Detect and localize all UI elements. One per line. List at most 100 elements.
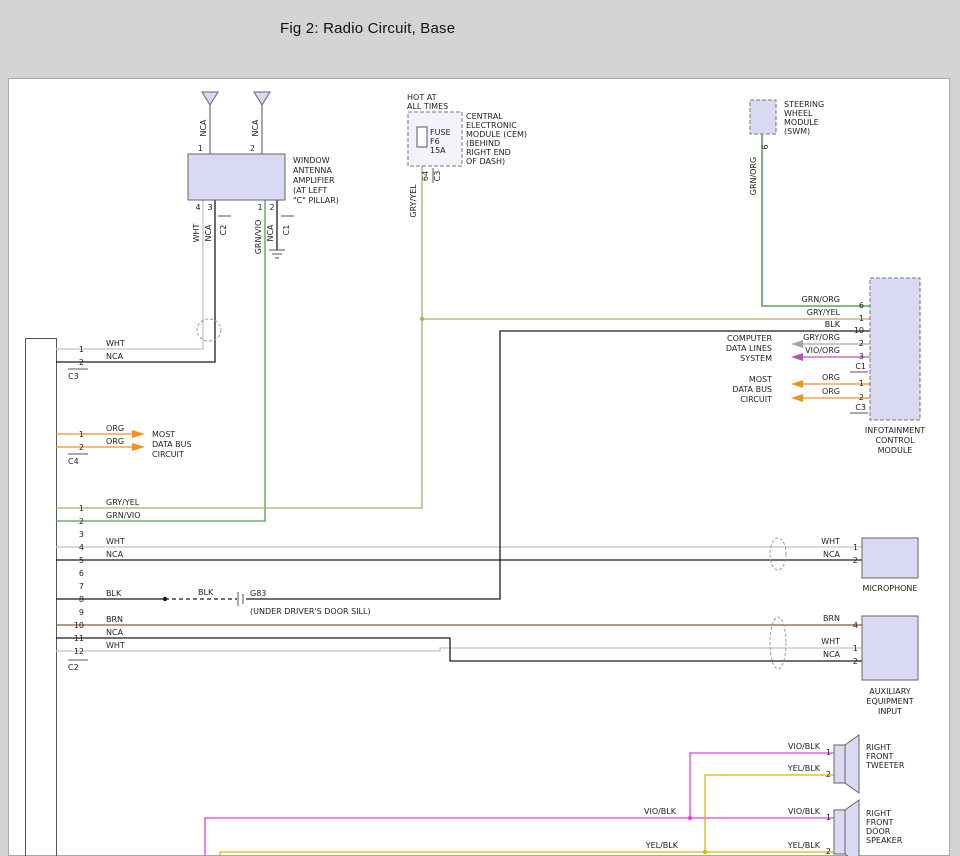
wire-label: NCA: [823, 550, 841, 559]
wire-label: ORG: [822, 387, 840, 396]
connector-label: C1: [855, 362, 866, 371]
wire-label: WHT: [821, 537, 840, 546]
ground-location: (UNDER DRIVER'S DOOR SILL): [250, 607, 371, 616]
module-label: INPUT: [878, 707, 902, 716]
swm-box: [750, 100, 776, 134]
pin-number: 3: [207, 203, 212, 212]
module-label: FRONT: [866, 818, 893, 827]
fuse-label: FUSE: [430, 128, 451, 137]
module-label: MICROPHONE: [863, 584, 918, 593]
module-label: TWEETER: [865, 761, 905, 770]
module-label: MODULE (CEM): [466, 130, 527, 139]
circuit-label: DATA LINES: [726, 344, 772, 353]
vio-blk-junction-dot: [688, 816, 692, 820]
module-label: INFOTAINMENT: [865, 426, 925, 435]
module-label: RIGHT: [866, 809, 891, 818]
pin-number: 2: [859, 393, 864, 402]
connector-label: C2: [219, 225, 228, 236]
wire-label: ORG: [822, 373, 840, 382]
pin-number: 1: [853, 644, 858, 653]
pin-number: 1: [826, 748, 831, 757]
wire-label: ORG: [106, 437, 124, 446]
pin-number: 4: [195, 203, 200, 212]
connector-label: C3: [433, 171, 442, 182]
module-label: STEERING: [784, 100, 824, 109]
ground-junction-dot: [163, 597, 167, 601]
module-label: "C" PILLAR): [293, 196, 339, 205]
wire-label: GRY/YEL: [106, 498, 140, 507]
wire-label: NCA: [204, 224, 213, 242]
module-label: DOOR: [866, 827, 891, 836]
module-label: FRONT: [866, 752, 893, 761]
module-label: OF DASH): [466, 157, 505, 166]
wire-label: NCA: [823, 650, 841, 659]
wire-label: WHT: [106, 641, 125, 650]
wire-label: NCA: [106, 628, 124, 637]
pin-number: 1: [826, 813, 831, 822]
pin-number: 7: [79, 582, 84, 591]
wire-label: WHT: [106, 339, 125, 348]
pin-number: 4: [79, 543, 84, 552]
fuse-label: F6: [430, 137, 440, 146]
wire-label: YEL/BLK: [787, 841, 821, 850]
module-label: MODULE: [784, 118, 819, 127]
wire-label: VIO/BLK: [644, 807, 677, 816]
fuse-label: 15A: [430, 146, 446, 155]
wire-label: GRN/ORG: [749, 157, 758, 196]
circuit-label: CIRCUIT: [740, 395, 772, 404]
connector-label: C1: [282, 225, 291, 236]
module-label: (SWM): [784, 127, 810, 136]
pin-number: 1: [79, 430, 84, 439]
wire-label: GRN/VIO: [106, 511, 141, 520]
pin-number: 2: [250, 144, 255, 153]
wire-label: BLK: [106, 589, 122, 598]
microphone-box: [862, 538, 918, 578]
module-label: AUXILIARY: [869, 687, 911, 696]
circuit-label: DATA BUS: [152, 440, 192, 449]
pin-number: 2: [859, 339, 864, 348]
module-label: (BEHIND: [466, 139, 500, 148]
hot-label: HOT AT: [407, 93, 437, 102]
circuit-label: COMPUTER: [727, 334, 772, 343]
pin-number: 1: [859, 314, 864, 323]
gry-yel-junction-dot: [420, 317, 424, 321]
wire-label: YEL/BLK: [787, 764, 821, 773]
wire-label: YEL/BLK: [645, 841, 679, 850]
wire-label: NCA: [266, 224, 275, 242]
circuit-label: DATA BUS: [732, 385, 772, 394]
pin-number: 8: [79, 595, 84, 604]
module-label: WINDOW: [293, 156, 330, 165]
ground-name: G83: [250, 589, 266, 598]
module-label: AMPLIFIER: [293, 176, 335, 185]
pin-number: 12: [74, 647, 84, 656]
wire-label: BLK: [825, 320, 841, 329]
wire-label: VIO/BLK: [788, 807, 821, 816]
wire-label: NCA: [106, 352, 124, 361]
pin-number: 10: [74, 621, 84, 630]
pin-number: 2: [826, 770, 831, 779]
yel-blk-junction-dot: [703, 850, 707, 854]
wire-label: GRY/YEL: [807, 308, 841, 317]
wire-label: GRN/ORG: [802, 295, 841, 304]
module-label: (AT LEFT: [293, 186, 327, 195]
pin-number: 6: [79, 569, 84, 578]
module-label: CONTROL: [875, 436, 915, 445]
pin-number: 3: [859, 352, 864, 361]
pin-number: 2: [79, 517, 84, 526]
wire-label: GRN/VIO: [254, 220, 263, 255]
infotainment-box: [870, 278, 920, 420]
pin-number: 2: [269, 203, 274, 212]
pin-number: 2: [79, 443, 84, 452]
pin-number: 2: [853, 657, 858, 666]
wire-label: BRN: [823, 614, 840, 623]
connector-label: C3: [855, 403, 866, 412]
pin-number: 10: [854, 326, 864, 335]
circuit-label: MOST: [152, 430, 175, 439]
wire-label: WHT: [821, 637, 840, 646]
diagram-canvas: [9, 79, 950, 856]
module-label: WHEEL: [784, 109, 813, 118]
window-antenna-amplifier-box: [188, 154, 285, 200]
antenna-wire-label: NCA: [199, 119, 208, 137]
wire-label: GRY/YEL: [409, 184, 418, 218]
pin-number: 6: [761, 144, 770, 149]
